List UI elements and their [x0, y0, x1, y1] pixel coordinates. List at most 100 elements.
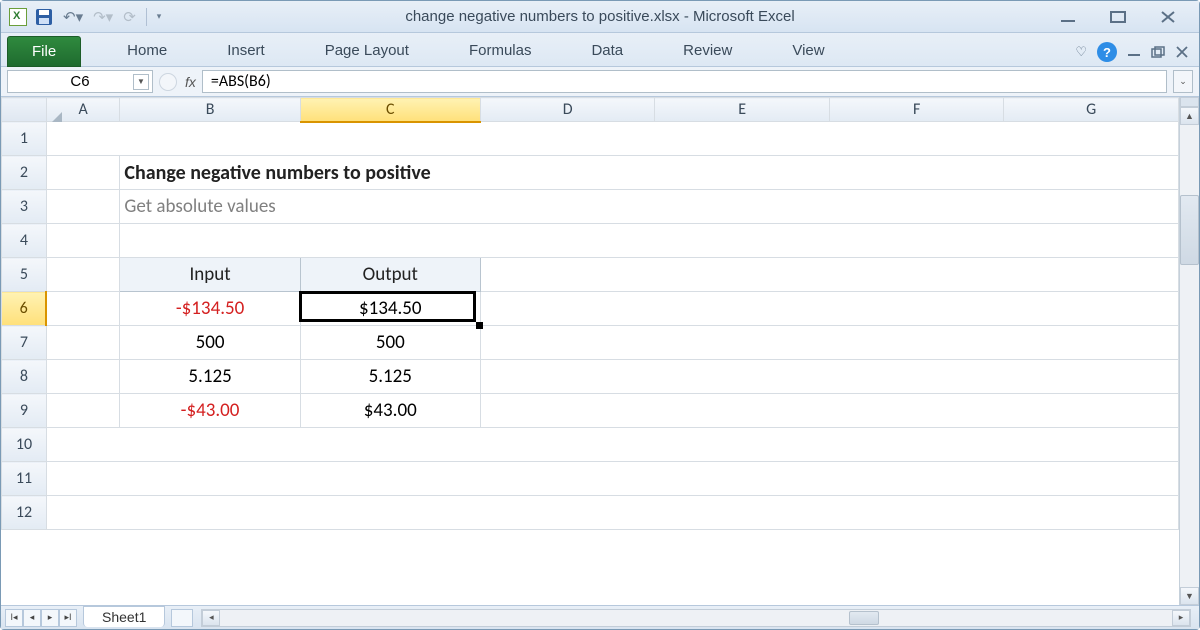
name-box-value: C6	[70, 73, 89, 90]
minimize-button[interactable]	[1059, 10, 1081, 24]
file-tab[interactable]: File	[7, 36, 81, 67]
scroll-down-icon[interactable]: ▼	[1180, 587, 1199, 605]
cell-A3[interactable]	[46, 190, 120, 224]
cell-A8[interactable]	[46, 360, 120, 394]
row-header-5[interactable]: 5	[2, 258, 47, 292]
formula-bar-row: C6 ▼ fx =ABS(B6) ⌄	[1, 67, 1199, 97]
help-icon[interactable]: ?	[1097, 42, 1117, 62]
row-header-8[interactable]: 8	[2, 360, 47, 394]
vertical-scrollbar[interactable]: ▲ ▼	[1179, 97, 1199, 605]
tab-review[interactable]: Review	[663, 35, 752, 66]
name-box-dropdown-icon[interactable]: ▼	[133, 74, 149, 90]
row-header-1[interactable]: 1	[2, 122, 47, 156]
sheet-tab-sheet1[interactable]: Sheet1	[83, 606, 165, 627]
col-header-B[interactable]: B	[120, 98, 300, 122]
workbook-close-icon[interactable]	[1175, 46, 1189, 58]
redo-icon[interactable]: ↷▾	[93, 8, 113, 26]
cell-blank[interactable]	[480, 394, 1178, 428]
vscroll-thumb[interactable]	[1180, 195, 1199, 265]
cell-C7[interactable]: 500	[300, 326, 480, 360]
row-header-7[interactable]: 7	[2, 326, 47, 360]
cell-blank[interactable]	[480, 360, 1178, 394]
cell-A4[interactable]	[46, 224, 120, 258]
cell-B7[interactable]: 500	[120, 326, 300, 360]
scroll-right-icon[interactable]: ▸	[1172, 610, 1190, 626]
col-header-C[interactable]: C	[300, 98, 480, 122]
save-icon[interactable]	[35, 8, 53, 26]
row-header-10[interactable]: 10	[2, 428, 47, 462]
workbook-minimize-icon[interactable]	[1127, 46, 1141, 58]
hscroll-thumb[interactable]	[849, 611, 879, 625]
tab-home[interactable]: Home	[107, 35, 187, 66]
new-sheet-icon[interactable]	[171, 609, 193, 627]
excel-app-icon[interactable]	[9, 8, 27, 26]
row-header-6[interactable]: 6	[2, 292, 47, 326]
tab-formulas[interactable]: Formulas	[449, 35, 552, 66]
split-box-icon[interactable]	[1180, 97, 1199, 107]
formula-bar[interactable]: =ABS(B6)	[202, 70, 1167, 93]
ribbon-minimize-icon[interactable]: ♡	[1075, 44, 1087, 60]
cell-B8[interactable]: 5.125	[120, 360, 300, 394]
cell-blank[interactable]	[46, 428, 1178, 462]
row-header-12[interactable]: 12	[2, 496, 47, 530]
col-header-E[interactable]: E	[655, 98, 830, 122]
cancel-formula-icon[interactable]	[159, 73, 177, 91]
cell-blank[interactable]	[480, 258, 1178, 292]
col-header-G[interactable]: G	[1004, 98, 1179, 122]
quick-access-toolbar: ↶▾ ↷▾ ⟳ ▾	[35, 8, 161, 26]
row-header-11[interactable]: 11	[2, 462, 47, 496]
select-all-corner[interactable]	[2, 98, 47, 122]
close-button[interactable]	[1159, 10, 1181, 24]
row-header-9[interactable]: 9	[2, 394, 47, 428]
col-header-D[interactable]: D	[480, 98, 655, 122]
first-sheet-icon[interactable]: I◂	[5, 609, 23, 627]
row-header-4[interactable]: 4	[2, 224, 47, 258]
cell-subtitle[interactable]: Get absolute values	[120, 190, 1179, 224]
formula-bar-expand-icon[interactable]: ⌄	[1173, 70, 1193, 93]
cell-A7[interactable]	[46, 326, 120, 360]
tab-page-layout[interactable]: Page Layout	[305, 35, 429, 66]
cell-blank[interactable]	[46, 462, 1178, 496]
last-sheet-icon[interactable]: ▸I	[59, 609, 77, 627]
cell-B6[interactable]: -$134.50	[120, 292, 300, 326]
repeat-icon[interactable]: ⟳	[123, 8, 136, 26]
cell-C6[interactable]: $134.50	[300, 292, 480, 326]
cell-blank[interactable]	[480, 292, 1178, 326]
tab-data[interactable]: Data	[571, 35, 643, 66]
scroll-up-icon[interactable]: ▲	[1180, 107, 1199, 125]
cell-A2[interactable]	[46, 156, 120, 190]
cell-blank[interactable]	[46, 496, 1178, 530]
fill-handle[interactable]	[476, 322, 483, 329]
title-bar: ↶▾ ↷▾ ⟳ ▾ change negative numbers to pos…	[1, 1, 1199, 33]
horizontal-scrollbar[interactable]: ◂ ▸	[201, 609, 1191, 627]
undo-icon[interactable]: ↶▾	[63, 8, 83, 26]
next-sheet-icon[interactable]: ▸	[41, 609, 59, 627]
formula-bar-value: =ABS(B6)	[211, 72, 271, 91]
cell-C5[interactable]: Output	[300, 258, 480, 292]
tab-view[interactable]: View	[772, 35, 844, 66]
row-header-3[interactable]: 3	[2, 190, 47, 224]
cell-A5[interactable]	[46, 258, 120, 292]
maximize-button[interactable]	[1109, 10, 1131, 24]
window-title: change negative numbers to positive.xlsx…	[405, 8, 794, 25]
cell-blank[interactable]	[46, 122, 1178, 156]
cell-C8[interactable]: 5.125	[300, 360, 480, 394]
cell-B5[interactable]: Input	[120, 258, 300, 292]
prev-sheet-icon[interactable]: ◂	[23, 609, 41, 627]
qat-customize-icon[interactable]: ▾	[157, 11, 162, 22]
row-header-2[interactable]: 2	[2, 156, 47, 190]
workbook-restore-icon[interactable]	[1151, 46, 1165, 58]
cell-A9[interactable]	[46, 394, 120, 428]
cell-C9[interactable]: $43.00	[300, 394, 480, 428]
scroll-left-icon[interactable]: ◂	[202, 610, 220, 626]
worksheet-grid[interactable]: A B C D E F G 1 2 Change negative numb	[1, 97, 1179, 605]
name-box[interactable]: C6 ▼	[7, 70, 153, 93]
cell-A6[interactable]	[46, 292, 120, 326]
tab-insert[interactable]: Insert	[207, 35, 285, 66]
col-header-F[interactable]: F	[829, 98, 1003, 122]
fx-icon[interactable]: fx	[185, 74, 196, 90]
cell-title[interactable]: Change negative numbers to positive	[120, 156, 1179, 190]
cell-blank[interactable]	[480, 326, 1178, 360]
cell-B9[interactable]: -$43.00	[120, 394, 300, 428]
cell-blank[interactable]	[120, 224, 1179, 258]
